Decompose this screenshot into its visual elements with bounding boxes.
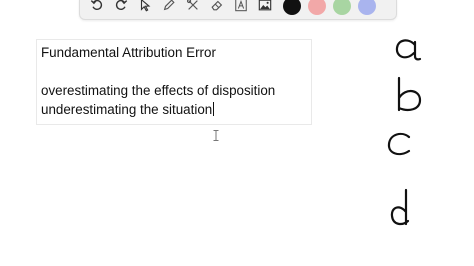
- handwritten-letter-d: [390, 188, 410, 226]
- text-line-underestimating-content: underestimating the situation: [41, 102, 213, 117]
- text-box[interactable]: Fundamental Attribution Error overestima…: [36, 39, 312, 125]
- undo-button[interactable]: [86, 0, 108, 15]
- handwritten-letter-a: [395, 39, 422, 61]
- text-icon: [235, 0, 247, 12]
- redo-icon: [115, 0, 128, 11]
- handwritten-letters: [387, 39, 422, 226]
- image-tool-button[interactable]: [254, 0, 276, 15]
- image-icon: [258, 0, 272, 11]
- color-swatch-purple[interactable]: [358, 0, 376, 15]
- color-swatch-black[interactable]: [283, 0, 301, 15]
- undo-icon: [90, 0, 103, 11]
- pen-tool-button[interactable]: [158, 0, 180, 15]
- text-tool-button[interactable]: [230, 0, 252, 15]
- tools-button[interactable]: [182, 0, 204, 15]
- select-tool-button[interactable]: [134, 0, 156, 15]
- handwritten-letter-c: [387, 132, 411, 156]
- text-line-underestimating: underestimating the situation: [41, 100, 311, 119]
- text-caret: [213, 102, 215, 116]
- color-swatch-green[interactable]: [333, 0, 351, 15]
- redo-button[interactable]: [110, 0, 132, 15]
- drawing-toolbar: [79, 0, 397, 20]
- color-swatch-pink[interactable]: [308, 0, 326, 15]
- tools-icon: [186, 0, 198, 10]
- text-line-overestimating: overestimating the effects of dispositio…: [41, 83, 276, 98]
- pen-icon: [163, 0, 175, 11]
- select-arrow-icon: [140, 0, 151, 12]
- ibeam-cursor-icon: [213, 130, 219, 141]
- handwritten-letter-b: [397, 76, 422, 112]
- eraser-tool-button[interactable]: [206, 0, 228, 15]
- text-line-title: Fundamental Attribution Error: [41, 45, 216, 60]
- eraser-icon: [211, 0, 223, 11]
